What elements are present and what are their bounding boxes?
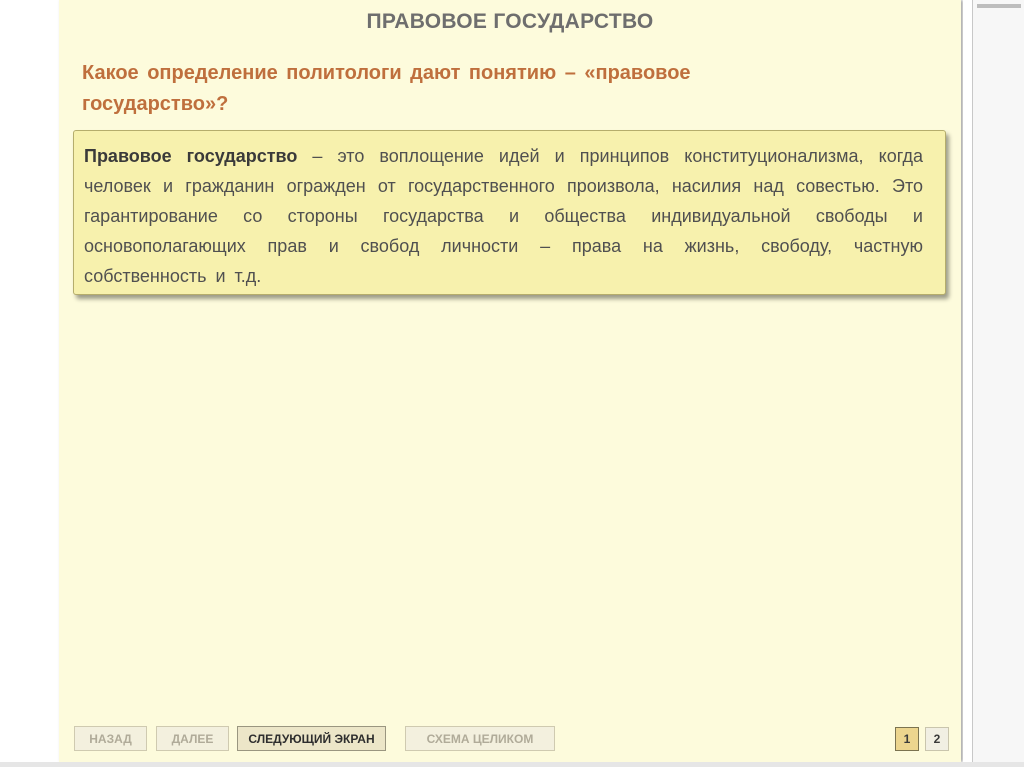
definition-term: Правовое государство bbox=[84, 146, 298, 166]
next-slide-preview bbox=[972, 0, 1024, 767]
page-title: ПРАВОВОЕ ГОСУДАРСТВО bbox=[366, 10, 654, 33]
back-button[interactable]: НАЗАД bbox=[74, 726, 147, 751]
preview-bar bbox=[977, 4, 1021, 8]
question-text: Какое определение политологи дают поняти… bbox=[82, 62, 691, 115]
definition-box: Правовое государство – это воплощение ид… bbox=[73, 130, 946, 295]
right-panel-edge bbox=[963, 0, 1024, 767]
page-button-2[interactable]: 2 bbox=[925, 727, 949, 751]
page-button-1[interactable]: 1 bbox=[895, 727, 919, 751]
next-button[interactable]: ДАЛЕЕ bbox=[156, 726, 229, 751]
next-screen-button[interactable]: СЛЕДУЮЩИЙ ЭКРАН bbox=[237, 726, 386, 751]
full-scheme-button[interactable]: СХЕМА ЦЕЛИКОМ bbox=[405, 726, 555, 751]
definition-body: – это воплощение идей и принципов консти… bbox=[84, 146, 923, 286]
definition-text: Правовое государство – это воплощение ид… bbox=[84, 141, 923, 291]
bottom-divider bbox=[0, 762, 1024, 767]
left-margin bbox=[0, 0, 59, 767]
